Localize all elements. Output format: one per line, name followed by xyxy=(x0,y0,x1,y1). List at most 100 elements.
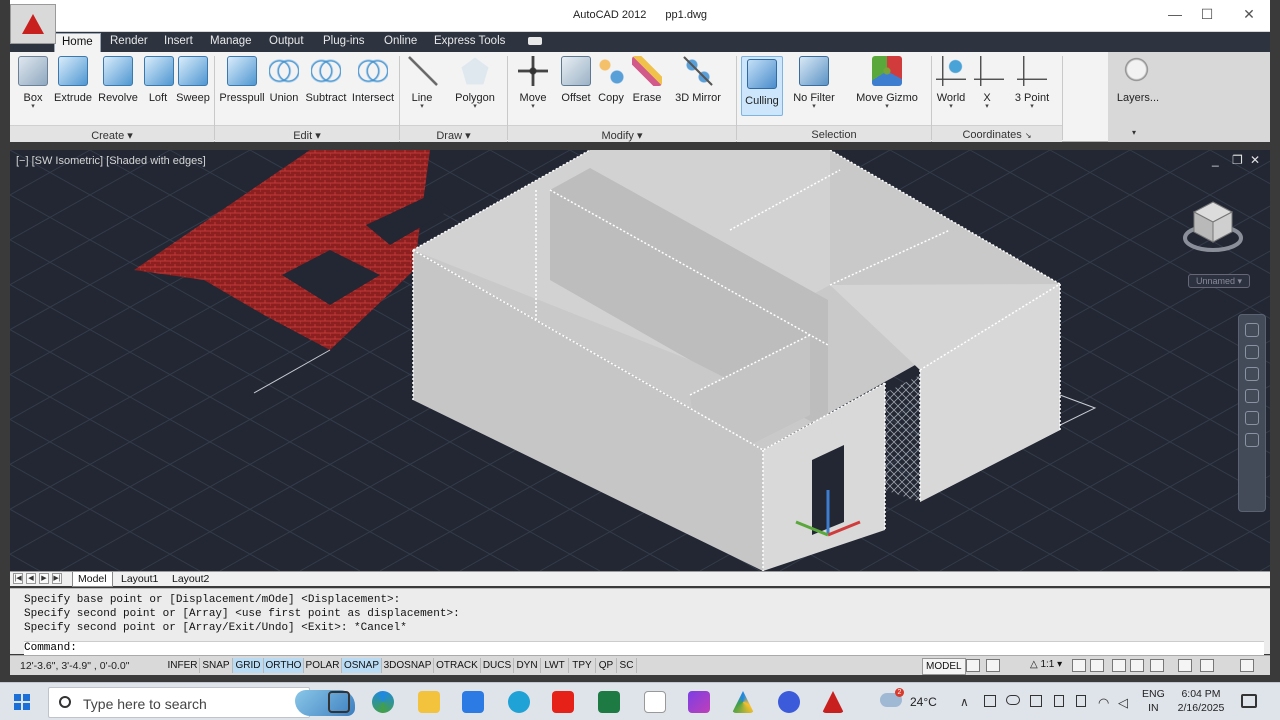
document-icon[interactable] xyxy=(644,691,666,713)
wifi-icon[interactable]: ◠ xyxy=(1098,695,1109,711)
revolve-button[interactable]: Revolve xyxy=(96,56,140,104)
toggle-qp[interactable]: QP xyxy=(596,658,617,673)
excel-icon[interactable] xyxy=(598,691,620,713)
3d-mirror-button[interactable]: 3D Mirror xyxy=(672,56,724,104)
volume-icon[interactable]: ◁ xyxy=(1118,695,1128,711)
panel-launcher-icon[interactable]: ↘ xyxy=(1025,131,1032,140)
group-draw[interactable]: Draw ▾ xyxy=(400,125,507,142)
group-create[interactable]: Create ▾ xyxy=(10,125,214,142)
subtract-button[interactable]: Subtract xyxy=(304,56,348,104)
zoom-meetings-icon[interactable] xyxy=(778,691,800,713)
culling-button[interactable]: Culling xyxy=(741,56,783,116)
offset-button[interactable]: Offset xyxy=(558,56,594,104)
erase-button[interactable]: Erase xyxy=(631,56,663,104)
viewport-minimize-icon[interactable]: _ xyxy=(1212,153,1219,167)
toggle-snap[interactable]: SNAP xyxy=(200,658,233,673)
layers-button[interactable]: Layers... xyxy=(1108,56,1168,104)
file-explorer-icon[interactable] xyxy=(418,691,440,713)
battery-icon[interactable] xyxy=(1054,695,1064,707)
viewport-restore-icon[interactable]: ❐ xyxy=(1232,153,1243,167)
onedrive-icon[interactable] xyxy=(1006,695,1020,705)
tab-layout1[interactable]: Layout1 xyxy=(116,572,163,586)
intersect-button[interactable]: Intersect xyxy=(350,56,396,104)
last-tab-icon[interactable]: ▶| xyxy=(52,573,62,584)
tab-online[interactable]: Online xyxy=(384,35,417,47)
toggle-tpy[interactable]: TPY xyxy=(569,658,596,673)
status-tray-settings-icon[interactable] xyxy=(1200,659,1214,672)
navbar-options-icon[interactable] xyxy=(1245,433,1259,447)
autocad-taskbar-icon[interactable] xyxy=(822,691,844,713)
annotation-scale[interactable]: △ 1:1 ▾ xyxy=(1030,659,1062,670)
layers-expand-icon[interactable]: ▾ xyxy=(1132,128,1136,137)
minimize-icon[interactable]: — xyxy=(1160,6,1190,22)
loft-button[interactable]: Loft xyxy=(144,56,174,104)
workspace-switching-icon[interactable] xyxy=(1112,659,1126,672)
clipchamp-icon[interactable] xyxy=(688,691,710,713)
lock-ui-icon[interactable] xyxy=(1130,659,1144,672)
orbit-icon[interactable] xyxy=(1245,389,1259,403)
autocad-app-menu-button[interactable] xyxy=(10,4,56,44)
no-filter-button[interactable]: No Filter ▾ xyxy=(790,56,838,110)
next-tab-icon[interactable]: ▶ xyxy=(39,573,49,584)
hardware-acceleration-icon[interactable] xyxy=(1150,659,1164,672)
command-input[interactable]: Command: xyxy=(24,641,1264,655)
tab-layout2[interactable]: Layout2 xyxy=(167,572,214,586)
world-ucs-button[interactable]: World ▾ xyxy=(934,56,968,110)
windows-start-icon[interactable] xyxy=(14,694,30,710)
microsoft-store-icon[interactable] xyxy=(462,691,484,713)
weather-temperature[interactable]: 24°C xyxy=(910,695,937,709)
auto-scale-icon[interactable] xyxy=(1090,659,1104,672)
group-modify[interactable]: Modify ▾ xyxy=(508,125,736,142)
annotation-visibility-icon[interactable] xyxy=(1072,659,1086,672)
tab-plugins[interactable]: Plug-ins xyxy=(323,35,365,47)
tab-insert[interactable]: Insert xyxy=(164,35,193,47)
box-button[interactable]: Box ▾ xyxy=(18,56,48,110)
model-canvas[interactable] xyxy=(10,150,1270,571)
group-edit[interactable]: Edit ▾ xyxy=(215,125,399,142)
drawing-viewport[interactable]: [−] [SW Isometric] [Shaded with edges] _… xyxy=(10,150,1270,571)
showmotion-icon[interactable] xyxy=(1245,411,1259,425)
tray-app-icon[interactable] xyxy=(984,695,996,707)
show-hidden-icons-icon[interactable]: ∧ xyxy=(960,695,969,709)
toggle-dyn[interactable]: DYN xyxy=(514,658,541,673)
pan-icon[interactable] xyxy=(1245,345,1259,359)
copilot-icon[interactable] xyxy=(508,691,530,713)
toggle-lwt[interactable]: LWT xyxy=(541,658,569,673)
tab-output[interactable]: Output xyxy=(269,35,304,47)
move-gizmo-button[interactable]: Move Gizmo ▾ xyxy=(854,56,920,110)
quick-view-layouts-icon[interactable] xyxy=(966,659,980,672)
viewcube-ucs-menu[interactable]: Unnamed ▾ xyxy=(1188,274,1250,288)
x-ucs-button[interactable]: X ▾ xyxy=(974,56,1004,110)
3-point-ucs-button[interactable]: 3 Point ▾ xyxy=(1012,56,1052,110)
taskbar-search-box[interactable]: Type here to search xyxy=(48,687,355,718)
edge-browser-icon[interactable] xyxy=(372,691,394,713)
close-icon[interactable]: ✕ xyxy=(1234,6,1264,23)
prev-tab-icon[interactable]: ◀ xyxy=(26,573,36,584)
clean-screen-icon[interactable] xyxy=(1240,659,1254,672)
youtube-icon[interactable] xyxy=(552,691,574,713)
tab-express-tools[interactable]: Express Tools xyxy=(434,35,505,47)
quick-view-drawings-icon[interactable] xyxy=(986,659,1000,672)
toggle-otrack[interactable]: OTRACK xyxy=(434,658,481,673)
copy-button[interactable]: Copy xyxy=(596,56,626,104)
tray-monitor-icon[interactable] xyxy=(1030,695,1042,707)
tab-manage[interactable]: Manage xyxy=(210,35,252,47)
zoom-icon[interactable] xyxy=(1245,367,1259,381)
toggle-sc[interactable]: SC xyxy=(617,658,637,673)
toggle-ducs[interactable]: DUCS xyxy=(481,658,514,673)
polygon-button[interactable]: Polygon ▾ xyxy=(450,56,500,110)
isolate-objects-icon[interactable] xyxy=(1178,659,1192,672)
ribbon-minimize-icon[interactable] xyxy=(528,37,542,45)
tab-render[interactable]: Render xyxy=(110,35,148,47)
sweep-button[interactable]: Sweep xyxy=(176,56,210,104)
viewport-close-icon[interactable]: ✕ xyxy=(1250,153,1260,167)
toggle-infer[interactable]: INFER xyxy=(166,658,200,673)
toggle-ortho[interactable]: ORTHO xyxy=(264,658,304,673)
google-drive-icon[interactable] xyxy=(732,691,754,713)
notifications-icon[interactable] xyxy=(1241,694,1257,708)
task-view-icon[interactable] xyxy=(328,691,350,713)
viewcube-icon[interactable] xyxy=(1182,196,1244,258)
toggle-polar[interactable]: POLAR xyxy=(304,658,342,673)
union-button[interactable]: Union xyxy=(268,56,300,104)
clock[interactable]: 6:04 PM 2/16/2025 xyxy=(1170,687,1232,715)
